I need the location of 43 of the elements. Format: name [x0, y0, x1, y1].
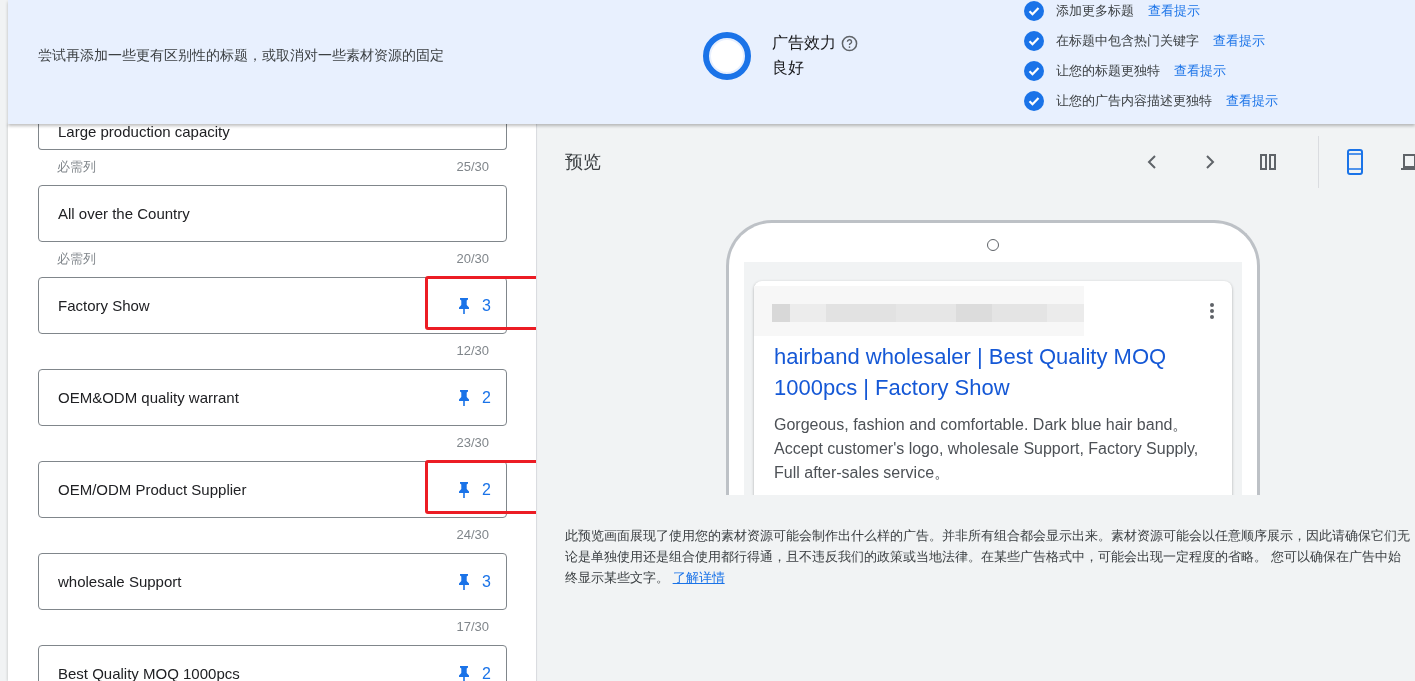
- pin-position: 2: [482, 388, 491, 407]
- learn-more-link[interactable]: 了解详情: [672, 570, 725, 585]
- char-counter: 25/30: [456, 159, 489, 174]
- tip-text: 添加更多标题: [1056, 2, 1134, 20]
- char-counter: 12/30: [456, 343, 489, 358]
- pin-icon[interactable]: [458, 297, 471, 314]
- char-counter: 20/30: [456, 251, 489, 266]
- headline-field[interactable]: All over the Country: [38, 185, 507, 242]
- char-counter: 24/30: [456, 527, 489, 542]
- preview-disclaimer: 此预览画面展现了使用您的素材资源可能会制作出什么样的广告。并非所有组合都会显示出来。素材资源可能会以任意顺序展示，因此请确保它们无论是单独使用还是组合使用都行得通，且不违反我们的政策或当地法律。在某些广告格式中，可能会出现一定程度的省略。 您可以确保在广告中始终显示某些文字。 了解详情: [565, 527, 1410, 587]
- strength-value: 良好: [772, 58, 805, 78]
- pin-icon[interactable]: [458, 665, 471, 681]
- headline-field[interactable]: Large production capacity: [38, 124, 507, 150]
- required-label: 必需列: [57, 157, 96, 176]
- char-counter: 23/30: [456, 435, 489, 450]
- pin-position: 2: [482, 664, 491, 681]
- tip-text: 在标题中包含热门关键字: [1056, 32, 1199, 50]
- required-label: 必需列: [57, 249, 96, 268]
- ad-description: Gorgeous, fashion and comfortable. Dark blue hair band。Accept customer's logo, wholesale Support, Factory Supply, Full after-sales service。: [774, 415, 1200, 483]
- headline-field[interactable]: wholesale Support 3: [38, 553, 507, 610]
- help-icon[interactable]: [841, 35, 858, 52]
- view-tips-link[interactable]: 查看提示: [1148, 2, 1200, 20]
- pin-icon[interactable]: [458, 481, 471, 498]
- more-icon[interactable]: [1209, 302, 1215, 320]
- view-tips-link[interactable]: 查看提示: [1213, 32, 1265, 50]
- pin-position: 2: [482, 480, 491, 499]
- donut-icon: [702, 31, 752, 81]
- banner-message: 尝试再添加一些更有区别性的标题，或取消对一些素材资源的固定: [38, 47, 445, 65]
- headline-field[interactable]: Factory Show 3: [38, 277, 507, 334]
- pin-icon[interactable]: [458, 389, 471, 406]
- pin-position: 3: [482, 572, 491, 591]
- preview-title: 预览: [565, 151, 602, 174]
- strength-label: 广告效力: [772, 33, 836, 53]
- ad-headline[interactable]: hairband wholesaler | Best Quality MOQ 1000pcs | Factory Show: [774, 341, 1212, 403]
- char-counter: 17/30: [456, 619, 489, 634]
- pin-position: 3: [482, 296, 491, 315]
- tip-text: 让您的广告内容描述更独特: [1056, 92, 1212, 110]
- view-tips-link[interactable]: 查看提示: [1174, 62, 1226, 80]
- pin-icon[interactable]: [458, 573, 471, 590]
- headline-field[interactable]: OEM&ODM quality warrant 2: [38, 369, 507, 426]
- headline-field[interactable]: OEM/ODM Product Supplier 2: [38, 461, 507, 518]
- view-tips-link[interactable]: 查看提示: [1226, 92, 1278, 110]
- tip-text: 让您的标题更独特: [1056, 62, 1160, 80]
